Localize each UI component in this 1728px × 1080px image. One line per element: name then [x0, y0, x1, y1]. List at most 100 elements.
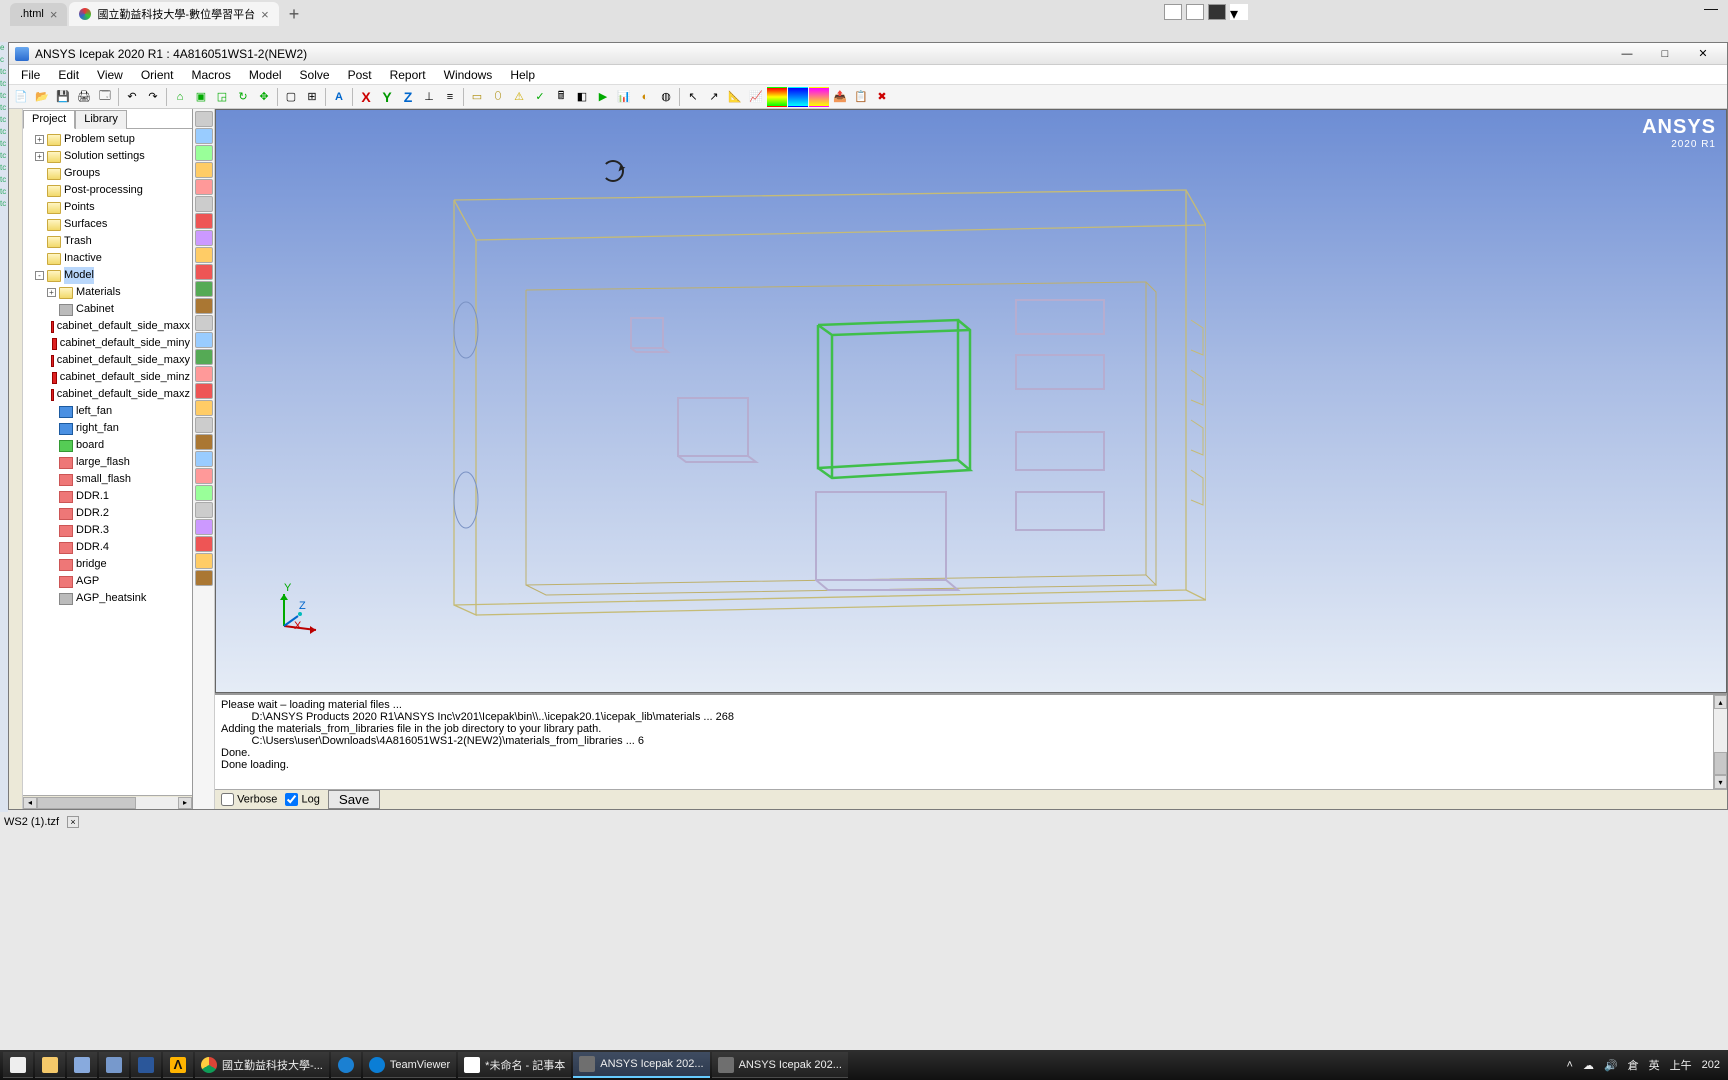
tree-item-problem-setup[interactable]: +Problem setup	[23, 131, 192, 148]
clipboard-icon[interactable]: 📋	[851, 87, 871, 107]
taskbar-teamviewer[interactable]: TeamViewer	[363, 1052, 456, 1078]
chart-icon[interactable]: 📈	[746, 87, 766, 107]
taskbar-app2[interactable]	[99, 1052, 129, 1078]
contour-icon[interactable]	[767, 87, 787, 107]
vtool-plate-icon[interactable]	[195, 264, 213, 280]
tab-project[interactable]: Project	[23, 110, 75, 129]
verbose-checkbox[interactable]: Verbose	[221, 793, 277, 806]
undo-icon[interactable]: ↶	[122, 87, 142, 107]
console-output[interactable]: Please wait – loading material files ...…	[215, 695, 1713, 789]
close-icon[interactable]: ×	[67, 816, 79, 828]
iso-icon[interactable]	[809, 87, 829, 107]
menu-post[interactable]: Post	[340, 67, 380, 83]
tree-item-right-fan[interactable]: right_fan	[23, 420, 192, 437]
tree-item-small-flash[interactable]: small_flash	[23, 471, 192, 488]
text-icon[interactable]: A	[329, 87, 349, 107]
menu-model[interactable]: Model	[241, 67, 290, 83]
vtool-fan-icon[interactable]	[195, 332, 213, 348]
delete-icon[interactable]: ✖	[872, 87, 892, 107]
vtool-misc1-icon[interactable]	[195, 502, 213, 518]
vtool-grille-icon[interactable]	[195, 213, 213, 229]
globe-icon[interactable]: ◍	[656, 87, 676, 107]
tree-horizontal-scrollbar[interactable]: ◂ ▸	[23, 795, 192, 809]
tree-item-cabinet-default-side-maxx[interactable]: cabinet_default_side_maxx	[23, 318, 192, 335]
menu-report[interactable]: Report	[382, 67, 434, 83]
vtool-period-icon[interactable]	[195, 417, 213, 433]
taskbar-start[interactable]	[3, 1052, 33, 1078]
vector-icon[interactable]	[788, 87, 808, 107]
fit-icon[interactable]: ▣	[191, 87, 211, 107]
menu-help[interactable]: Help	[502, 67, 543, 83]
tree-item-cabinet-default-side-maxy[interactable]: cabinet_default_side_maxy	[23, 352, 192, 369]
taskbar-ansys-wb[interactable]: Λ	[163, 1052, 193, 1078]
windows-taskbar[interactable]: Λ國立勤益科技大學-...TeamViewer*未命名 - 記事本ANSYS I…	[0, 1050, 1728, 1080]
home-icon[interactable]: ⌂	[170, 87, 190, 107]
tree-item-surfaces[interactable]: Surfaces	[23, 216, 192, 233]
taskbar-icepak2[interactable]: ANSYS Icepak 202...	[712, 1052, 848, 1078]
vtool-misc5-icon[interactable]	[195, 570, 213, 586]
vtool-resistance-icon[interactable]	[195, 366, 213, 382]
project-tree[interactable]: +Problem setup+Solution settingsGroupsPo…	[23, 129, 192, 795]
menu-view[interactable]: View	[89, 67, 131, 83]
scroll-track[interactable]	[1714, 709, 1727, 775]
vtool-network-icon[interactable]	[195, 145, 213, 161]
save-icon[interactable]: 💾	[53, 87, 73, 107]
tree-item-cabinet-default-side-miny[interactable]: cabinet_default_side_miny	[23, 335, 192, 352]
axis-y-button[interactable]: Y	[377, 87, 397, 107]
menu-orient[interactable]: Orient	[133, 67, 182, 83]
taskbar-notepad[interactable]: *未命名 - 記事本	[458, 1052, 571, 1078]
vtool-wall-icon[interactable]	[195, 298, 213, 314]
scroll-track[interactable]	[37, 797, 178, 809]
tray-ime1[interactable]: 倉	[1628, 1057, 1639, 1073]
close-button[interactable]: ✕	[1685, 45, 1721, 63]
tree-item-ddr-3[interactable]: DDR.3	[23, 522, 192, 539]
menu-edit[interactable]: Edit	[50, 67, 87, 83]
minimize-button[interactable]: —	[1704, 0, 1718, 16]
vtool-pcb-icon[interactable]	[195, 247, 213, 263]
pan-icon[interactable]: ✥	[254, 87, 274, 107]
vtool-cabinet-icon[interactable]	[195, 111, 213, 127]
console-save-button[interactable]: Save	[328, 790, 380, 809]
tray-time[interactable]: 上午	[1670, 1057, 1692, 1073]
redo-icon[interactable]: ↷	[143, 87, 163, 107]
vtool-material-icon[interactable]	[195, 451, 213, 467]
scroll-right-icon[interactable]: ▸	[178, 797, 192, 809]
view-icon[interactable]	[1164, 4, 1182, 20]
chevron-down-icon[interactable]: ▾	[1230, 4, 1248, 20]
tree-item-agp[interactable]: AGP	[23, 573, 192, 590]
new-icon[interactable]: 📄	[11, 87, 31, 107]
align-icon[interactable]: ≡	[440, 87, 460, 107]
calc-icon[interactable]: 🖩	[551, 87, 571, 107]
vtool-opening-icon[interactable]	[195, 196, 213, 212]
taskbar-icepak1[interactable]: ANSYS Icepak 202...	[573, 1052, 709, 1078]
plot-icon[interactable]: ◐	[635, 87, 655, 107]
vtool-misc2-icon[interactable]	[195, 519, 213, 535]
tree-item-ddr-1[interactable]: DDR.1	[23, 488, 192, 505]
taskbar-edge[interactable]	[331, 1052, 361, 1078]
menu-solve[interactable]: Solve	[292, 67, 338, 83]
warning-icon[interactable]: ⚠	[509, 87, 529, 107]
tab-library[interactable]: Library	[75, 110, 127, 129]
scroll-down-icon[interactable]: ▾	[1714, 775, 1727, 789]
browser-tab-1[interactable]: 國立勤益科技大學-數位學習平台 ×	[69, 2, 278, 26]
export-icon[interactable]: 📤	[830, 87, 850, 107]
tree-item-groups[interactable]: Groups	[23, 165, 192, 182]
axis-tool-icon[interactable]: ⊥	[419, 87, 439, 107]
box-icon[interactable]: ▭	[467, 87, 487, 107]
measure-icon[interactable]: 📐	[725, 87, 745, 107]
console-scrollbar[interactable]: ▴ ▾	[1713, 695, 1727, 789]
scroll-thumb[interactable]	[37, 797, 136, 809]
scroll-left-icon[interactable]: ◂	[23, 797, 37, 809]
open-icon[interactable]: 📂	[32, 87, 52, 107]
vtool-heat-exchanger-icon[interactable]	[195, 179, 213, 195]
system-tray[interactable]: ˄ ☁ 🔊 倉 英 上午 202	[1567, 1057, 1727, 1073]
taskbar-explorer[interactable]	[35, 1052, 65, 1078]
close-icon[interactable]: ×	[50, 7, 58, 22]
tree-item-agp-heatsink[interactable]: AGP_heatsink	[23, 590, 192, 607]
vtool-tec-icon[interactable]	[195, 434, 213, 450]
zoom-icon[interactable]: ◲	[212, 87, 232, 107]
axis-x-button[interactable]: X	[356, 87, 376, 107]
log-checkbox[interactable]: Log	[285, 793, 319, 806]
vtool-enclosure-icon[interactable]	[195, 281, 213, 297]
expand-icon[interactable]: +	[47, 288, 56, 297]
